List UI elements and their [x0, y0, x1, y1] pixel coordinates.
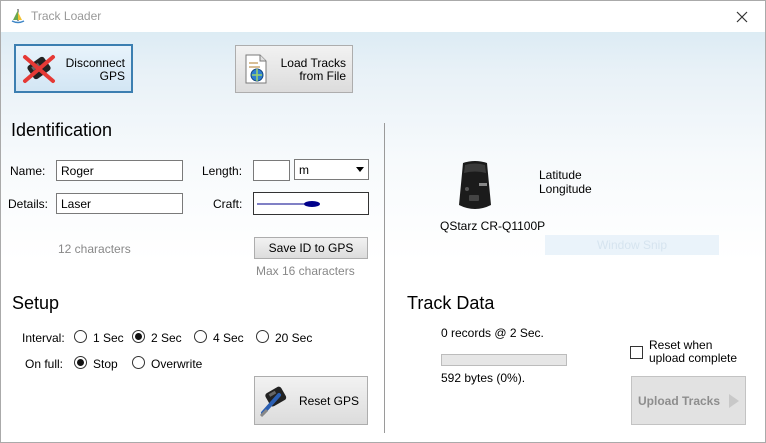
upload-tracks-button[interactable]: Upload Tracks	[631, 376, 746, 425]
details-label: Details:	[8, 197, 49, 211]
onfull-stop-label: Stop	[93, 357, 118, 371]
disconnect-label-line2: GPS	[99, 69, 125, 83]
length-unit-select[interactable]: m	[294, 159, 369, 180]
interval-1sec-radio[interactable]	[74, 330, 87, 343]
onfull-stop-radio[interactable]	[74, 356, 87, 369]
window-title: Track Loader	[31, 9, 102, 23]
dropdown-arrow-icon	[351, 160, 368, 179]
setup-heading: Setup	[12, 293, 60, 313]
max-characters-note: Max 16 characters	[256, 264, 355, 278]
name-field[interactable]: Roger	[56, 160, 183, 181]
character-count: 12 characters	[58, 242, 131, 256]
interval-1sec-label: 1 Sec	[93, 331, 124, 345]
reset-when-complete-line2: upload complete	[649, 351, 738, 365]
details-field[interactable]: Laser	[56, 193, 183, 214]
disconnect-gps-button[interactable]: Disconnect GPS	[14, 44, 133, 93]
track-loader-window: Track Loader Disconnect GPS Load Tracks …	[0, 0, 766, 443]
craft-shape-icon	[257, 201, 320, 207]
interval-20sec-radio[interactable]	[256, 330, 269, 343]
interval-2sec-label: 2 Sec	[151, 331, 182, 345]
onfull-label: On full:	[25, 357, 64, 371]
panel-divider	[384, 123, 385, 433]
interval-4sec-radio[interactable]	[194, 330, 207, 343]
interval-4sec-label: 4 Sec	[213, 331, 244, 345]
length-label: Length:	[202, 164, 243, 178]
window-snip-label: Window Snip	[596, 238, 668, 252]
interval-label: Interval:	[22, 331, 65, 345]
reset-gps-label: Reset GPS	[298, 394, 359, 408]
reset-gps-button[interactable]: Reset GPS	[254, 376, 368, 425]
save-id-button[interactable]: Save ID to GPS	[254, 237, 368, 259]
reset-when-complete-checkbox[interactable]	[630, 346, 643, 359]
interval-20sec-label: 20 Sec	[275, 331, 313, 345]
length-unit-value: m	[299, 163, 309, 177]
bytes-status: 592 bytes (0%).	[441, 371, 526, 385]
latitude-label: Latitude	[539, 168, 582, 182]
gps-device-icon	[459, 161, 491, 209]
upload-arrow-icon	[729, 394, 739, 408]
onfull-overwrite-label: Overwrite	[151, 357, 203, 371]
save-id-label: Save ID to GPS	[268, 241, 354, 255]
craft-preview[interactable]	[253, 192, 369, 215]
close-button[interactable]	[719, 1, 765, 32]
gps-disconnect-icon	[23, 55, 55, 83]
window-snip-overlay: Window Snip	[545, 235, 719, 255]
reset-when-complete-label: Reset when upload complete	[649, 339, 737, 365]
upload-progress-bar	[441, 354, 567, 366]
craft-label: Craft:	[213, 197, 243, 211]
name-label: Name:	[10, 164, 46, 178]
load-label-line2: from File	[299, 69, 346, 83]
device-model: QStarz CR-Q1100P	[440, 219, 546, 233]
track-data-heading: Track Data	[407, 293, 495, 313]
upload-tracks-label: Upload Tracks	[638, 394, 721, 408]
identification-heading: Identification	[11, 120, 113, 140]
close-icon	[736, 11, 748, 22]
records-status: 0 records @ 2 Sec.	[441, 326, 544, 340]
load-file-icon	[245, 54, 267, 84]
load-tracks-button[interactable]: Load Tracks from File	[235, 45, 353, 93]
reset-gps-icon	[259, 386, 287, 418]
title-bar: Track Loader	[1, 1, 765, 32]
track-loader-app-icon	[11, 9, 25, 24]
onfull-overwrite-radio[interactable]	[132, 356, 145, 369]
interval-2sec-radio[interactable]	[132, 330, 145, 343]
longitude-label: Longitude	[539, 182, 592, 196]
length-field[interactable]	[253, 160, 290, 181]
